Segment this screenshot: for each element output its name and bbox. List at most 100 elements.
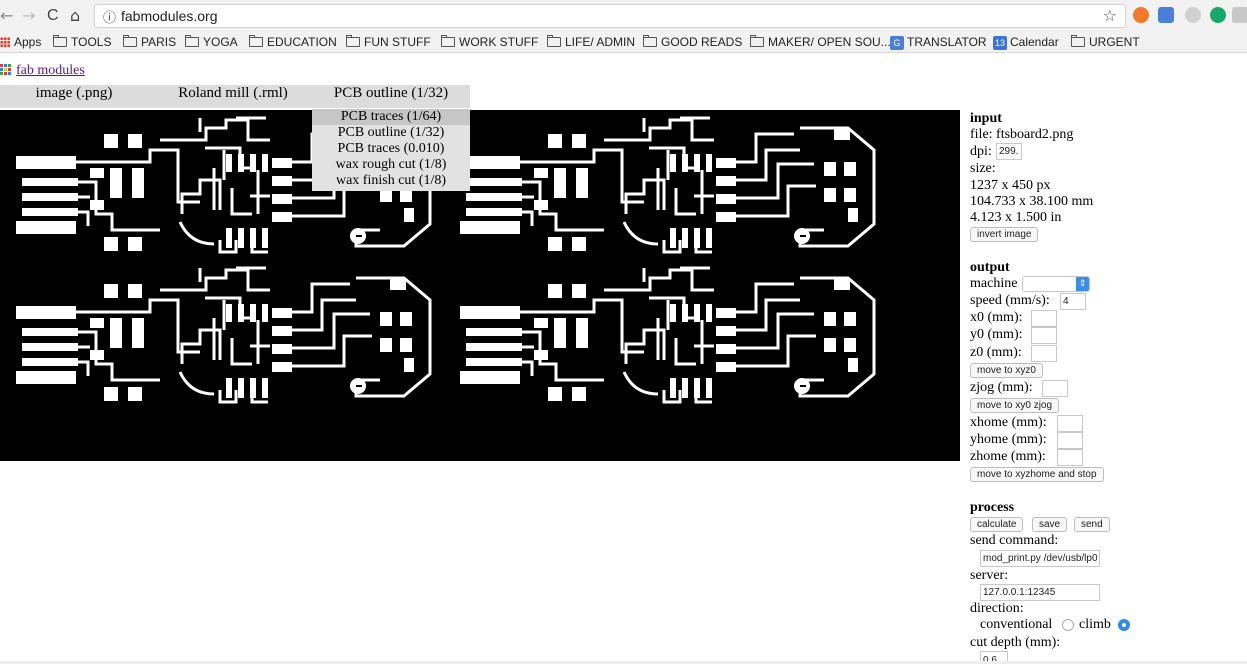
machine-select[interactable]: ⇕ [1022, 276, 1090, 292]
climb-label: climb [1079, 617, 1111, 632]
bookmark-label: Apps [14, 35, 42, 49]
reload-icon[interactable]: C [47, 6, 59, 26]
select-arrow-icon: ⇕ [1076, 277, 1089, 291]
bookmark-label: URGENT [1089, 35, 1140, 49]
process-dropdown: PCB traces (1/64) PCB outline (1/32) PCB… [312, 109, 470, 191]
bookmark-label: PARIS [141, 35, 177, 49]
send-button[interactable]: send [1074, 517, 1110, 532]
calendar-icon: 13 [993, 36, 1007, 50]
x0-input[interactable] [1031, 310, 1057, 327]
browser-toolbar: ← → C ⌂ ⓘ fabmodules.org ☆ [0, 0, 1247, 32]
size-mm: 104.733 x 38.100 mm [970, 194, 1094, 209]
output-heading: output [970, 260, 1010, 275]
save-button[interactable]: save [1032, 517, 1068, 532]
bookmark-label: MAKER/ OPEN SOU... [768, 35, 891, 49]
folder-icon [123, 35, 137, 47]
process-option-wax-finish[interactable]: wax finish cut (1/8) [312, 173, 470, 189]
yhome-label: yhome (mm): [970, 432, 1047, 447]
info-icon[interactable]: ⓘ [103, 7, 116, 26]
server-input[interactable]: 127.0.0.1:12345 [980, 584, 1100, 601]
folder-icon [441, 35, 455, 47]
extension-gray-icon[interactable] [1185, 7, 1201, 23]
process-option-outline-1-32[interactable]: PCB outline (1/32) [312, 125, 470, 141]
send-command-input[interactable]: mod_print.py /dev/usb/lp0 [980, 550, 1100, 567]
bookmark-folder-education[interactable]: EDUCATION [249, 33, 337, 51]
cut-depth-label: cut depth (mm): [970, 635, 1061, 650]
menu-process[interactable]: PCB outline (1/32) [312, 85, 470, 108]
bookmark-translator[interactable]: G TRANSLATOR [890, 33, 987, 51]
bookmark-folder-tools[interactable]: TOOLS [53, 33, 111, 51]
extension-box-icon[interactable] [1232, 7, 1247, 23]
bookmark-folder-good-reads[interactable]: GOOD READS [643, 33, 742, 51]
url-text[interactable]: fabmodules.org [121, 8, 218, 24]
fab-modules-logo-icon [0, 64, 12, 76]
dpi-input[interactable]: 299. [996, 143, 1022, 160]
bookmarks-bar: Apps TOOLS PARIS YOGA EDUCATION FUN STUF… [0, 32, 1247, 53]
input-file-row: file: ftsboard2.png [970, 126, 1073, 143]
pcb-image-canvas[interactable] [0, 110, 960, 461]
speed-input[interactable]: 4 [1060, 293, 1086, 310]
module-menu-bar: image (.png) Roland mill (.rml) PCB outl… [0, 85, 470, 108]
zjog-input[interactable] [1042, 380, 1068, 397]
bookmark-label: GOOD READS [661, 35, 743, 49]
y0-input[interactable] [1031, 327, 1057, 344]
folder-icon [547, 35, 561, 47]
move-to-xyz0-button[interactable]: move to xyz0 [970, 363, 1043, 378]
zjog-label: zjog (mm): [970, 380, 1033, 395]
back-icon[interactable]: ← [0, 6, 13, 26]
folder-icon [346, 35, 360, 47]
folder-icon [1071, 35, 1085, 47]
server-label: server: [970, 568, 1009, 583]
bookmark-label: FUN STUFF [364, 35, 431, 49]
home-icon[interactable]: ⌂ [70, 6, 80, 26]
process-option-traces-1-64[interactable]: PCB traces (1/64) [312, 109, 470, 125]
address-bar[interactable]: ⓘ fabmodules.org ☆ [94, 4, 1126, 28]
extension-translate-icon[interactable] [1158, 7, 1174, 23]
app-title-link[interactable]: fab modules [16, 63, 85, 79]
menu-input-format[interactable]: image (.png) [0, 85, 148, 108]
size-px: 1237 x 450 px [970, 178, 1051, 193]
translate-icon: G [890, 36, 904, 50]
bookmark-apps[interactable]: Apps [0, 33, 41, 51]
zhome-label: zhome (mm): [970, 449, 1046, 464]
forward-icon[interactable]: → [22, 6, 35, 26]
bookmark-folder-paris[interactable]: PARIS [123, 33, 176, 51]
bookmark-folder-work-stuff[interactable]: WORK STUFF [441, 33, 538, 51]
size-in: 4.123 x 1.500 in [970, 210, 1062, 225]
input-heading: input [970, 111, 1002, 126]
extension-fire-icon[interactable] [1133, 7, 1149, 23]
machine-label: machine [970, 276, 1018, 291]
extension-green-icon[interactable] [1210, 7, 1226, 23]
process-option-traces-0-010[interactable]: PCB traces (0.010) [312, 141, 470, 157]
bookmark-label: Calendar [1010, 35, 1059, 49]
conventional-radio[interactable] [1062, 619, 1074, 631]
x0-label: x0 (mm): [970, 310, 1023, 325]
move-to-home-button[interactable]: move to xyzhome and stop [970, 467, 1104, 482]
calculate-button[interactable]: calculate [970, 517, 1024, 532]
bookmark-folder-yoga[interactable]: YOGA [185, 33, 238, 51]
bookmark-folder-life-admin[interactable]: LIFE/ ADMIN [547, 33, 635, 51]
pcb-traces-image [14, 116, 876, 404]
apps-grid-icon [0, 37, 10, 47]
bookmark-folder-urgent[interactable]: URGENT [1071, 33, 1140, 51]
xhome-input[interactable] [1057, 415, 1083, 432]
move-to-xy0-zjog-button[interactable]: move to xy0 zjog [970, 398, 1060, 413]
bookmark-label: LIFE/ ADMIN [565, 35, 636, 49]
invert-image-button[interactable]: invert image [970, 227, 1039, 242]
speed-label: speed (mm/s): [970, 293, 1050, 308]
folder-icon [750, 35, 764, 47]
bookmark-calendar[interactable]: 13 Calendar [993, 33, 1059, 51]
folder-icon [249, 35, 263, 47]
menu-output-machine[interactable]: Roland mill (.rml) [160, 85, 306, 108]
process-option-wax-rough[interactable]: wax rough cut (1/8) [312, 157, 470, 173]
yhome-input[interactable] [1057, 432, 1083, 449]
folder-icon [185, 35, 199, 47]
dpi-label: dpi: [970, 144, 992, 159]
bookmark-folder-maker[interactable]: MAKER/ OPEN SOU... [750, 33, 891, 51]
bookmark-star-icon[interactable]: ☆ [1103, 6, 1117, 25]
zhome-input[interactable] [1057, 449, 1083, 466]
bookmark-folder-fun-stuff[interactable]: FUN STUFF [346, 33, 431, 51]
climb-radio[interactable] [1118, 619, 1130, 631]
z0-input[interactable] [1031, 345, 1057, 362]
process-heading: process [970, 500, 1015, 515]
